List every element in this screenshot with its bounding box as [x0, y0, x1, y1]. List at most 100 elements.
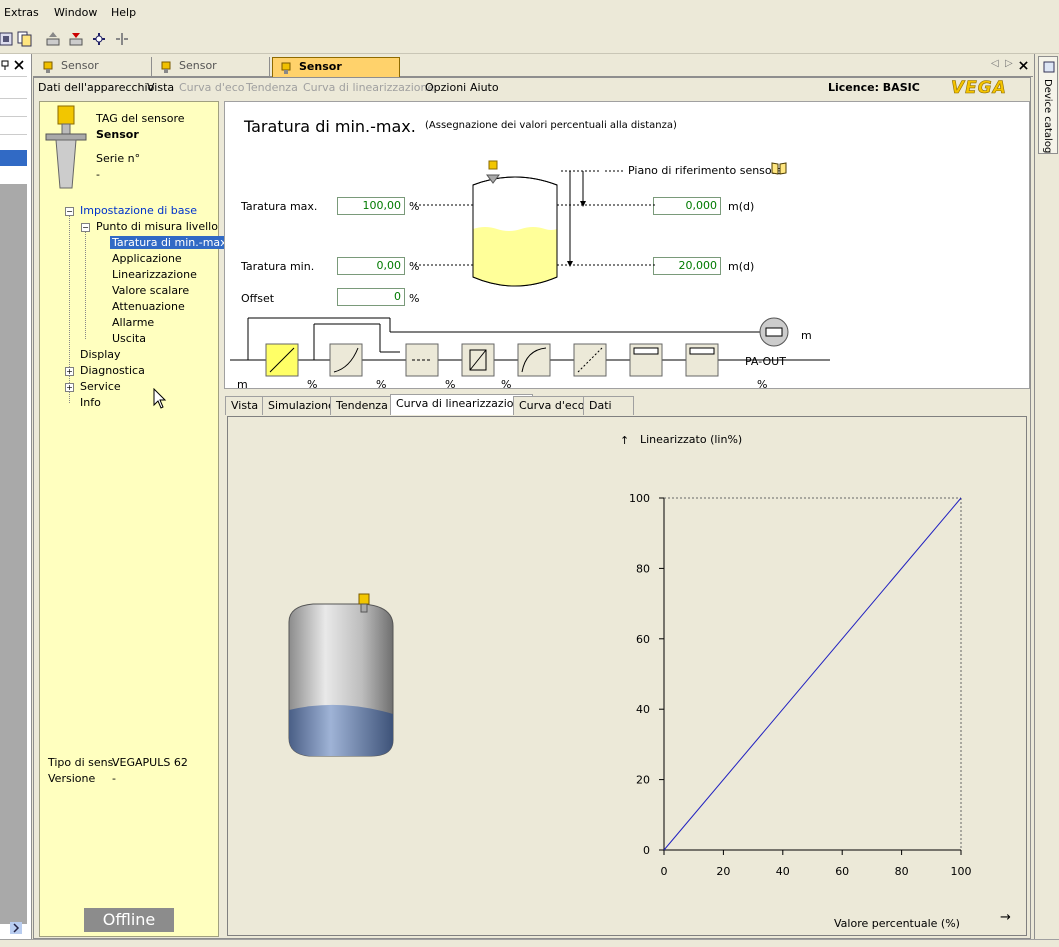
tab-tendenza[interactable]: Tendenza [330, 396, 394, 415]
x-axis-arrow-icon: → [1000, 910, 1011, 925]
toolbar [0, 26, 1059, 54]
tree-damping[interactable]: Attenuazione [112, 300, 185, 313]
pa-out-label: PA-OUT [745, 355, 786, 368]
download-icon[interactable] [67, 30, 85, 48]
y-tick-label: 80 [636, 562, 650, 575]
page-title: Taratura di min.-max. [244, 117, 416, 136]
document-tabs: Sensor Parameter Sensor Parameter Sensor… [33, 55, 1033, 91]
y-axis-label: Linearizzato (lin%) [640, 433, 742, 446]
expand-diagnostics-icon[interactable]: + [65, 367, 74, 376]
tab-dati-eco[interactable]: Dati eco [583, 396, 634, 429]
version-label: Versione [48, 772, 96, 785]
book-icon[interactable] [771, 161, 787, 175]
mouse-cursor-icon [153, 388, 167, 409]
page-subtitle: (Assegnazione dei valori percentuali all… [425, 120, 677, 131]
tree-linearization[interactable]: Linearizzazione [112, 268, 197, 281]
expand-basic-setup-icon[interactable]: − [65, 207, 74, 216]
tree-display[interactable]: Display [80, 348, 121, 361]
sidebar: TAG del sensore Sensor Serie n° - − Impo… [39, 101, 233, 937]
tree-minmax[interactable]: Taratura di min.-max. [110, 236, 233, 249]
x-tick-label: 0 [661, 865, 668, 878]
disconnect-icon[interactable] [113, 30, 131, 48]
x-tick-label: 100 [951, 865, 972, 878]
menu-help[interactable]: Help [111, 6, 136, 19]
menu-extras[interactable]: Extras [4, 6, 39, 19]
app-menu: Dati dell'apparecchio Vista Curva d'eco … [34, 78, 1030, 99]
close-icon[interactable] [1019, 61, 1028, 70]
x-tick-label: 80 [895, 865, 909, 878]
tab-curva-linearizzazione[interactable]: Curva di linearizzazione [390, 394, 534, 415]
tab-simulazione[interactable]: Simulazione [262, 396, 341, 415]
tree-output[interactable]: Uscita [112, 332, 146, 345]
expand-level-point-icon[interactable]: − [81, 223, 90, 232]
left-pane-empty-area [0, 184, 27, 924]
tab-vista[interactable]: Vista [225, 396, 265, 415]
flow-input-unit: m [237, 378, 248, 391]
menu-device-data[interactable]: Dati dell'apparecchio [38, 81, 154, 94]
tree-scaling[interactable]: Valore scalare [112, 284, 189, 297]
min-distance-input[interactable]: 20,000 [653, 257, 721, 275]
left-pane-selected-item[interactable] [0, 150, 27, 166]
sensor-device-icon [45, 105, 87, 189]
menu-options[interactable]: Opzioni [425, 81, 466, 94]
pin-icon[interactable] [0, 60, 10, 70]
offset-input[interactable]: 0 [337, 288, 405, 306]
tab-curva-eco[interactable]: Curva d'eco [513, 396, 591, 415]
expand-service-icon[interactable]: + [65, 383, 74, 392]
licence-label: Licence: BASIC [828, 81, 920, 94]
y-tick-label: 40 [636, 703, 650, 716]
menu-lin-curve: Curva di linearizzazione [303, 81, 435, 94]
vega-logo: VEGA [951, 78, 1007, 99]
y-tick-label: 100 [629, 492, 650, 505]
tab-scroll-left-icon[interactable]: ◁ [991, 58, 999, 69]
menu-window[interactable]: Window [54, 6, 97, 19]
tag-value: Sensor [96, 128, 139, 141]
menu-bar: Extras Window Help [0, 0, 1059, 26]
device-icon[interactable] [0, 30, 16, 48]
menu-echo-curve: Curva d'eco [179, 81, 245, 94]
max-percent-input[interactable]: 100,00 [337, 197, 405, 215]
scroll-right-icon[interactable] [10, 922, 22, 934]
tag-label: TAG del sensore [96, 112, 185, 125]
close-icon[interactable] [14, 60, 24, 70]
tree-level-point[interactable]: Punto di misura livello [96, 220, 218, 233]
tab-sensor-parameter-3[interactable]: Sensor Parameter [272, 57, 400, 91]
offset-label: Offset [241, 292, 275, 305]
menu-help[interactable]: Aiuto [470, 81, 499, 94]
tree-basic-setup[interactable]: Impostazione di base [80, 204, 197, 217]
version-value: - [112, 772, 116, 785]
catalog-icon [1043, 61, 1055, 73]
tree-info[interactable]: Info [80, 396, 101, 409]
linearization-series-line [663, 497, 962, 851]
tab-sensor-parameter-1[interactable]: Sensor Parameter [35, 57, 152, 90]
max-label: Taratura max. [241, 200, 318, 213]
right-dock-strip: Device catalog [1034, 54, 1059, 939]
tree-alarms[interactable]: Allarme [112, 316, 154, 329]
x-tick-label: 40 [776, 865, 790, 878]
vessel-diagram [415, 160, 655, 287]
connect-icon[interactable] [90, 30, 108, 48]
linearization-chart: 0 20 40 60 80 100 0 20 40 60 80 100 ↑ Linearizzato (l… [620, 433, 1011, 930]
tree-service[interactable]: Service [80, 380, 121, 393]
sensor-icon [43, 61, 53, 73]
tab-scroll-right-icon[interactable]: ▷ [1005, 58, 1013, 69]
menu-view[interactable]: Vista [147, 81, 174, 94]
flow-output-unit: m [801, 329, 812, 342]
x-tick-label: 60 [835, 865, 849, 878]
min-distance-unit: m(d) [728, 260, 755, 273]
sensor-icon [161, 61, 171, 73]
tab-sensor-parameter-2[interactable]: Sensor Parameter [153, 57, 270, 90]
view-tabs: Vista Simulazione Tendenza Curva di line… [224, 394, 634, 429]
min-label: Taratura min. [241, 260, 315, 273]
tree-application[interactable]: Applicazione [112, 252, 182, 265]
copy-icon[interactable] [16, 30, 34, 48]
y-tick-label: 60 [636, 633, 650, 646]
min-percent-input[interactable]: 0,00 [337, 257, 405, 275]
device-catalog-tab[interactable]: Device catalog [1038, 56, 1058, 154]
upload-icon[interactable] [44, 30, 62, 48]
vessel-3d-image [288, 593, 394, 757]
flow-pct-3: % [445, 378, 456, 391]
sensor-type-label: Tipo di sens. [48, 756, 117, 769]
max-distance-input[interactable]: 0,000 [653, 197, 721, 215]
tree-diagnostics[interactable]: Diagnostica [80, 364, 145, 377]
